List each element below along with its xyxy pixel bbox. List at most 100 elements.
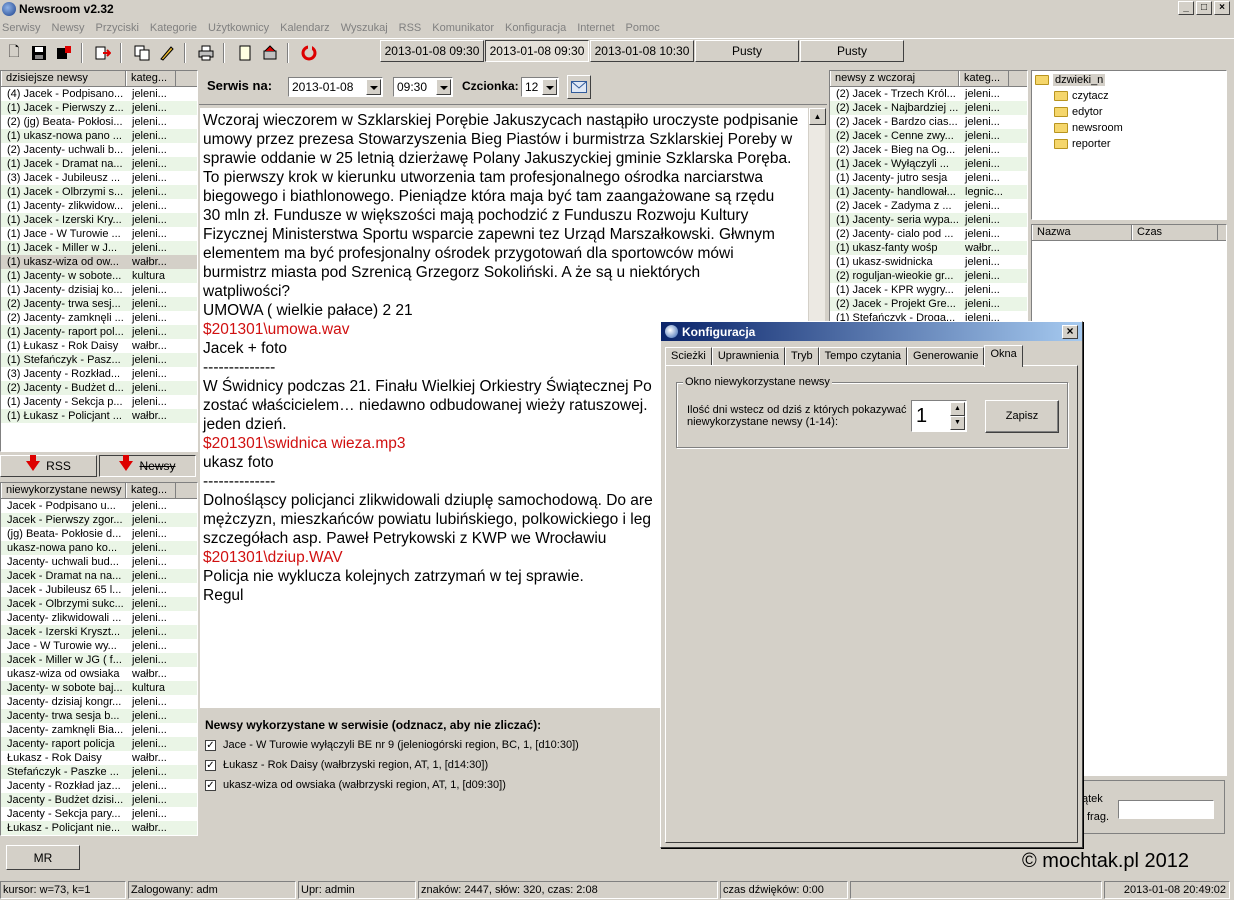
chevron-down-icon[interactable] <box>366 79 381 95</box>
list-item[interactable]: Łukasz - Rok Daisy wałbr... <box>1 751 197 765</box>
column-header[interactable]: dzisiejsze newsy <box>1 71 126 86</box>
chevron-down-icon[interactable] <box>436 79 451 95</box>
list-item[interactable]: (2) Jacek - Trzech Król... jeleni... <box>830 87 1027 101</box>
print-icon[interactable] <box>195 42 217 64</box>
newsy-button[interactable]: Newsy <box>99 455 196 477</box>
column-header[interactable]: kateg... <box>959 71 1009 86</box>
tree-item[interactable]: reporter <box>1054 136 1123 152</box>
list-item[interactable]: ukasz-nowa pano ko... jeleni... <box>1 541 197 555</box>
list-item[interactable]: (1) Jacenty- w sobote... kultura <box>1 269 197 283</box>
list-item[interactable]: (2) Jacek - Bieg na Og... jeleni... <box>830 143 1027 157</box>
menu-przyciski[interactable]: Przyciski <box>96 22 139 34</box>
send-mail-button[interactable] <box>567 75 591 99</box>
used-news-checkbox[interactable]: ✓ <box>205 760 216 771</box>
list-item[interactable]: Jacek - Miller w JG ( f... jeleni... <box>1 653 197 667</box>
scroll-up-icon[interactable]: ▲ <box>809 108 826 125</box>
column-header[interactable]: Nazwa <box>1032 225 1132 240</box>
refresh-icon[interactable] <box>298 42 320 64</box>
list-item[interactable]: (1) Łukasz - Rok Daisy wałbr... <box>1 339 197 353</box>
close-button[interactable]: × <box>1214 1 1230 15</box>
maximize-button[interactable]: □ <box>1196 1 1212 15</box>
save-icon[interactable] <box>28 42 50 64</box>
service-date-combo[interactable]: 2013-01-08 <box>288 77 383 97</box>
export-icon[interactable] <box>92 42 114 64</box>
list-item[interactable]: Jacek - Izerski Kryszt... jeleni... <box>1 625 197 639</box>
fragment-input[interactable] <box>1118 800 1214 819</box>
list-item[interactable]: Stefańczyk - Paszke ... jeleni... <box>1 765 197 779</box>
tree-item[interactable]: newsroom <box>1054 120 1123 136</box>
menu-kategorie[interactable]: Kategorie <box>150 22 197 34</box>
list-item[interactable]: (1) ukasz-fanty wośp wałbr... <box>830 241 1027 255</box>
list-item[interactable]: (1) Jacek - Pierwszy z... jeleni... <box>1 101 197 115</box>
menu-serwisy[interactable]: Serwisy <box>2 22 41 34</box>
list-item[interactable]: (2) roguljan-wieokie gr... jeleni... <box>830 269 1027 283</box>
tab-uprawnienia[interactable]: Uprawnienia <box>711 347 785 366</box>
list-item[interactable]: (2) Jacenty- zamknęli ... jeleni... <box>1 311 197 325</box>
list-item[interactable]: (2) Jacenty - Budżet d... jeleni... <box>1 381 197 395</box>
list-item[interactable]: Jacek - Podpisano u... jeleni... <box>1 499 197 513</box>
yesterday-news-list[interactable]: newsy z wczoraj kateg... (2) Jacek - Trz… <box>829 70 1028 325</box>
list-item[interactable]: Jacenty- zlikwidowali ... jeleni... <box>1 611 197 625</box>
list-item[interactable]: Jacenty - Sekcja pary... jeleni... <box>1 807 197 821</box>
save-button[interactable]: Zapisz <box>985 400 1059 433</box>
list-item[interactable]: (2) Jacenty- trwa sesj... jeleni... <box>1 297 197 311</box>
tab-tempo-czytania[interactable]: Tempo czytania <box>818 347 908 366</box>
menu-konfiguracja[interactable]: Konfiguracja <box>505 22 566 34</box>
tab-generowanie[interactable]: Generowanie <box>907 347 985 366</box>
list-item[interactable]: (3) Jacek - Jubileusz ... jeleni... <box>1 171 197 185</box>
list-item[interactable]: Jacenty- w sobote baj... kultura <box>1 681 197 695</box>
list-item[interactable]: (1) Jacenty- zlikwidow... jeleni... <box>1 199 197 213</box>
tree-root[interactable]: dzwieki_n <box>1035 73 1106 88</box>
list-item[interactable]: (2) Jacek - Najbardziej ... jeleni... <box>830 101 1027 115</box>
edit-pencil-icon[interactable] <box>156 42 178 64</box>
list-item[interactable]: (1) Jacenty- dzisiaj ko... jeleni... <box>1 283 197 297</box>
list-item[interactable]: (1) Jacenty- seria wypa... jeleni... <box>830 213 1027 227</box>
chevron-down-icon[interactable] <box>542 79 557 95</box>
service-time-combo[interactable]: 09:30 <box>393 77 453 97</box>
service-tab-3[interactable]: 2013-01-08 10:30 <box>590 40 694 62</box>
list-item[interactable]: Jacek - Dramat na na... jeleni... <box>1 569 197 583</box>
list-item[interactable]: (1) Jacek - KPR wygry... jeleni... <box>830 283 1027 297</box>
list-item[interactable]: Jacenty- uchwali bud... jeleni... <box>1 555 197 569</box>
dialog-close-button[interactable]: × <box>1062 325 1078 339</box>
list-item[interactable]: (1) Stefańczyk - Pasz... jeleni... <box>1 353 197 367</box>
column-header[interactable]: kateg... <box>126 71 176 86</box>
list-item[interactable]: (1) Łukasz - Policjant ... wałbr... <box>1 409 197 423</box>
list-item[interactable]: (1) Jace - W Turowie ... jeleni... <box>1 227 197 241</box>
column-header[interactable]: niewykorzystane newsy <box>1 483 126 498</box>
list-item[interactable]: (1) ukasz-nowa pano ... jeleni... <box>1 129 197 143</box>
list-item[interactable]: Jacek - Pierwszy zgor... jeleni... <box>1 513 197 527</box>
used-news-checkbox[interactable]: ✓ <box>205 740 216 751</box>
column-header[interactable]: Czas <box>1132 225 1218 240</box>
list-item[interactable]: (1) Jacek - Olbrzymi s... jeleni... <box>1 185 197 199</box>
stepper-down-icon[interactable]: ▼ <box>950 416 965 430</box>
list-item[interactable]: (1) Jacenty- handlował... legnic... <box>830 185 1027 199</box>
minimize-button[interactable]: _ <box>1178 1 1194 15</box>
list-item[interactable]: (1) ukasz-wiza od ow... wałbr... <box>1 255 197 269</box>
list-item[interactable]: (1) ukasz-swidnicka jeleni... <box>830 255 1027 269</box>
service-tab-2[interactable]: 2013-01-08 09:30 <box>485 40 589 62</box>
menu-uzytkownicy[interactable]: Użytkownicy <box>208 22 269 34</box>
tree-item[interactable]: edytor <box>1054 104 1123 120</box>
list-item[interactable]: Jacek - Olbrzymi sukc... jeleni... <box>1 597 197 611</box>
list-item[interactable]: (1) Jacek - Miller w J... jeleni... <box>1 241 197 255</box>
list-item[interactable]: Jacenty - Rozkład jaz... jeleni... <box>1 779 197 793</box>
list-item[interactable]: (2) Jacenty- cialo pod ... jeleni... <box>830 227 1027 241</box>
list-item[interactable]: Jacenty - Budżet dzisi... jeleni... <box>1 793 197 807</box>
list-item[interactable]: Jacek - Jubileusz 65 l... jeleni... <box>1 583 197 597</box>
stepper-up-icon[interactable]: ▲ <box>950 402 965 416</box>
tab-sciezki[interactable]: Scieżki <box>665 347 712 366</box>
list-item[interactable]: Jacenty- raport policja jeleni... <box>1 737 197 751</box>
service-tab-1[interactable]: 2013-01-08 09:30 <box>380 40 484 62</box>
font-size-combo[interactable]: 12 <box>521 77 559 97</box>
days-back-stepper[interactable]: 1 ▲ ▼ <box>911 400 967 432</box>
list-item[interactable]: (jg) Beata- Pokłosie d... jeleni... <box>1 527 197 541</box>
unused-news-list[interactable]: niewykorzystane newsy kateg... Jacek - P… <box>0 482 198 836</box>
delete-icon[interactable] <box>259 42 281 64</box>
tab-okna[interactable]: Okna <box>984 345 1023 367</box>
copy-icon[interactable] <box>131 42 153 64</box>
list-item[interactable]: (2) Jacenty- uchwali b... jeleni... <box>1 143 197 157</box>
new-page-icon[interactable] <box>234 42 256 64</box>
list-item[interactable]: Jacenty- trwa sesja b... jeleni... <box>1 709 197 723</box>
service-tab-5[interactable]: Pusty <box>800 40 904 62</box>
